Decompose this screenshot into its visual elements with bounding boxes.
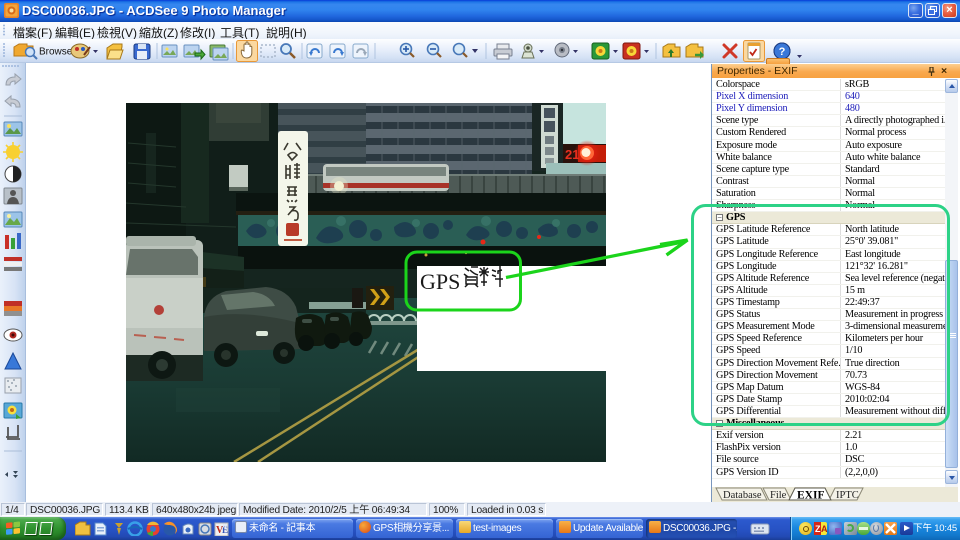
svg-text:?: ? xyxy=(779,46,786,58)
svg-text:EXIF: EXIF xyxy=(797,490,824,502)
svg-text:Database: Database xyxy=(723,490,762,501)
svg-text:Browse: Browse xyxy=(39,47,73,58)
svg-text:File: File xyxy=(770,490,787,501)
svg-text:IPTC: IPTC xyxy=(836,490,859,501)
